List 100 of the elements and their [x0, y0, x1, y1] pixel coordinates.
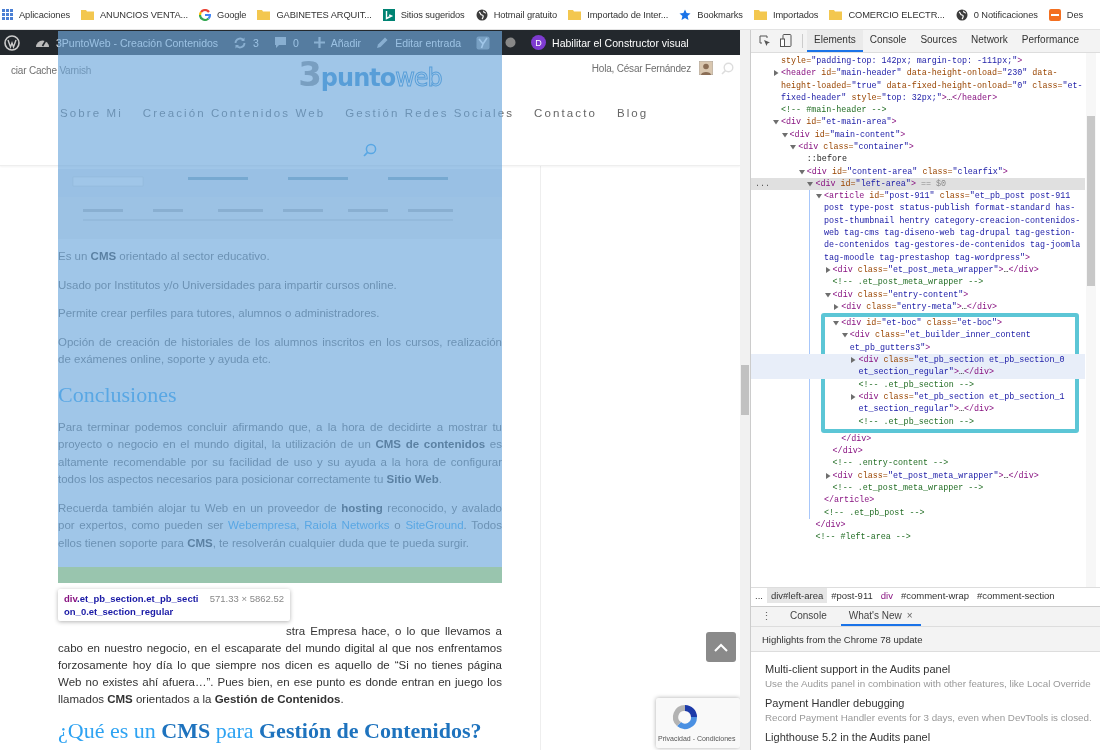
folder-icon — [568, 9, 582, 20]
builder-badge: D — [531, 35, 547, 50]
bookmark[interactable]: GABINETES ARQUIT... — [276, 9, 372, 20]
drawer-tab[interactable]: Console — [782, 606, 835, 627]
dom-comment: <!-- #left-area --> — [815, 531, 912, 544]
star-icon — [679, 8, 692, 21]
dom-code: <div id="main-content"> — [789, 128, 907, 141]
chevron-up-icon — [714, 642, 728, 652]
scrollbar[interactable] — [741, 365, 749, 415]
device-icon[interactable] — [780, 34, 792, 48]
collapse-arrow-icon[interactable] — [798, 168, 805, 175]
folder-icon — [81, 9, 94, 20]
dom-comment: <!-- #main-header --> — [781, 104, 888, 117]
expand-arrow-icon[interactable] — [824, 472, 831, 479]
bookmark[interactable]: ANUNCIOS VENTA... — [100, 9, 188, 20]
greeting[interactable]: Hola, César Fernández — [591, 62, 691, 74]
tree-row[interactable]: <div class="et_post_meta_wrapper">…</div> — [751, 469, 1085, 482]
breadcrumb[interactable]: ... — [751, 587, 767, 603]
devtools-tab[interactable]: Performance — [1014, 30, 1086, 52]
folder-icon — [829, 9, 843, 20]
dom-comment: <!-- .et_pb_section --> — [858, 378, 975, 391]
bookmark[interactable]: Des — [1066, 9, 1084, 20]
tree-row[interactable]: <div class="et_builder_inner_content et_pb_gutters3"> — [751, 329, 1085, 355]
tree-row[interactable]: <div id="content-area" class="clearfix"> — [751, 165, 1085, 178]
dom-code: <div id="et-main-area"> — [781, 116, 898, 129]
feature-title: Payment Handler debugging — [765, 696, 906, 712]
section-heading: ¿Qué es un CMS para Gestión de Contenidos? — [58, 718, 483, 743]
bookmark[interactable]: Bookmarks — [697, 9, 743, 20]
tree-row[interactable]: ... <div id="left-area"> == $0 — [751, 177, 1085, 191]
collapse-arrow-icon[interactable] — [773, 119, 779, 126]
devtools-tab[interactable]: Console — [862, 30, 914, 52]
dot-icon — [505, 37, 517, 48]
menu-button[interactable]: ⋮ — [757, 606, 776, 627]
pencil-icon — [376, 36, 390, 49]
ring-icon — [199, 8, 211, 21]
collapse-arrow-icon[interactable] — [790, 144, 797, 150]
dom-code: <div class="et_builder_inner_content et_pb_gutters3"> — [849, 329, 1032, 355]
admin-bar-item[interactable]: Habilitar el Constructor visual — [552, 36, 689, 49]
more-button[interactable]: ... — [755, 177, 771, 191]
bookmark[interactable]: Importado de Inter... — [587, 9, 669, 20]
tree-row[interactable]: <div class="et_post_meta_wrapper">…</div> — [751, 263, 1085, 277]
breadcrumb[interactable]: #post-911 — [827, 587, 877, 603]
nav-link[interactable]: Blog — [616, 107, 649, 119]
breadcrumb[interactable]: #comment-wrap — [896, 587, 974, 603]
devtools-tab[interactable]: Elements — [807, 30, 863, 52]
expand-arrow-icon[interactable] — [833, 303, 840, 310]
bookmark[interactable]: Importados — [772, 9, 819, 20]
dom-code: <div class="et_post_meta_wrapper">…</div> — [832, 469, 1040, 482]
collapse-arrow-icon[interactable] — [816, 193, 822, 200]
dom-code: <div class="entry-content"> — [832, 288, 970, 301]
globe-icon — [475, 8, 488, 21]
bookmark[interactable]: Aplicaciones — [19, 9, 70, 20]
nav-link[interactable]: Contacto — [534, 107, 597, 119]
dom-code: <div id="et-boc" class="et-boc"> — [841, 317, 1004, 330]
bookmark[interactable]: Sitios sugeridos — [400, 9, 465, 20]
breadcrumb[interactable]: div#left-area — [766, 587, 828, 603]
expand-arrow-icon[interactable] — [850, 357, 857, 364]
scroll-top-button[interactable] — [706, 632, 736, 662]
plus-icon — [313, 37, 325, 48]
dom-comment: <!-- .et_pb_section --> — [858, 415, 975, 428]
devtools-tab[interactable]: Sources — [913, 30, 965, 52]
scrollbar[interactable] — [1087, 115, 1095, 286]
tree-row[interactable]: <div id="et-main-area"> — [751, 116, 1085, 129]
collapse-arrow-icon[interactable] — [824, 291, 831, 298]
bookmark[interactable]: 0 Notificaciones — [973, 9, 1038, 20]
dom-code: </div> — [815, 518, 847, 532]
paragraph: stra Empresa hace, o lo que llevamos a cabo en nuestro negocio, en el escaparate del mundo digital al que nos enfrentamos forzosamente hoy día lo que siempre nos dicen es aquello de “Si no tienes página Web no existes ahí afuera…”. Pues bien, en ese punto es donde entran en juego los llamados CMS orientados a la Gestión de Contenidos. — [58, 624, 502, 707]
breadcrumb[interactable]: div — [876, 587, 897, 603]
close-button[interactable]: × — [906, 610, 913, 621]
tree-row[interactable]: <div class="et_pb_section et_pb_section_0 et_section_regular">…</div> — [751, 354, 1085, 379]
globe-icon — [955, 8, 968, 21]
badge-icon — [1048, 8, 1061, 21]
collapse-arrow-icon[interactable] — [833, 320, 840, 327]
bookmark[interactable]: Google — [217, 9, 247, 20]
feature-description: Record Payment Handler events for 3 days, even when DevTools is closed. — [765, 711, 1093, 726]
tree-row[interactable]: <div class="entry-meta">…</div> — [751, 300, 1085, 314]
collapse-arrow-icon[interactable] — [807, 180, 814, 187]
expand-arrow-icon[interactable] — [773, 70, 779, 77]
collapse-arrow-icon[interactable] — [781, 131, 788, 138]
expand-arrow-icon[interactable] — [824, 266, 831, 273]
collapse-arrow-icon[interactable] — [841, 332, 848, 339]
tree-row[interactable]: <div class="entry-content"> — [751, 288, 1085, 301]
devtools-tab[interactable]: Network — [964, 30, 1015, 52]
breadcrumb[interactable]: #comment-section — [973, 587, 1059, 603]
inspect-icon[interactable] — [759, 34, 771, 47]
expand-arrow-icon[interactable] — [850, 393, 857, 400]
tree-row[interactable]: <div class="et_pb_section et_pb_section_1 et_section_regular">…</div> — [751, 390, 1085, 416]
site-logo-icon[interactable] — [4, 34, 20, 51]
banner-text: Highlights from the Chrome 78 update — [751, 627, 1100, 653]
tree-row[interactable]: <div class="container"> — [751, 141, 1085, 154]
dom-comment: <!-- .et_pb_post --> — [824, 506, 926, 519]
tree-row[interactable]: <div id="main-content"> — [751, 128, 1085, 141]
recaptcha-icon — [670, 702, 700, 732]
feature-title: Lighthouse 5.2 in the Audits panel — [765, 730, 932, 746]
bookmark[interactable]: COMERCIO ELECTR... — [848, 9, 945, 20]
tile-icon — [382, 8, 395, 21]
dom-code: </article> — [824, 494, 876, 507]
bookmark[interactable]: Hotmail gratuito — [493, 9, 558, 20]
tree-row[interactable]: <div id="et-boc" class="et-boc"> — [751, 317, 1085, 330]
dom-code: <div class="et_post_meta_wrapper">…</div> — [832, 263, 1040, 277]
